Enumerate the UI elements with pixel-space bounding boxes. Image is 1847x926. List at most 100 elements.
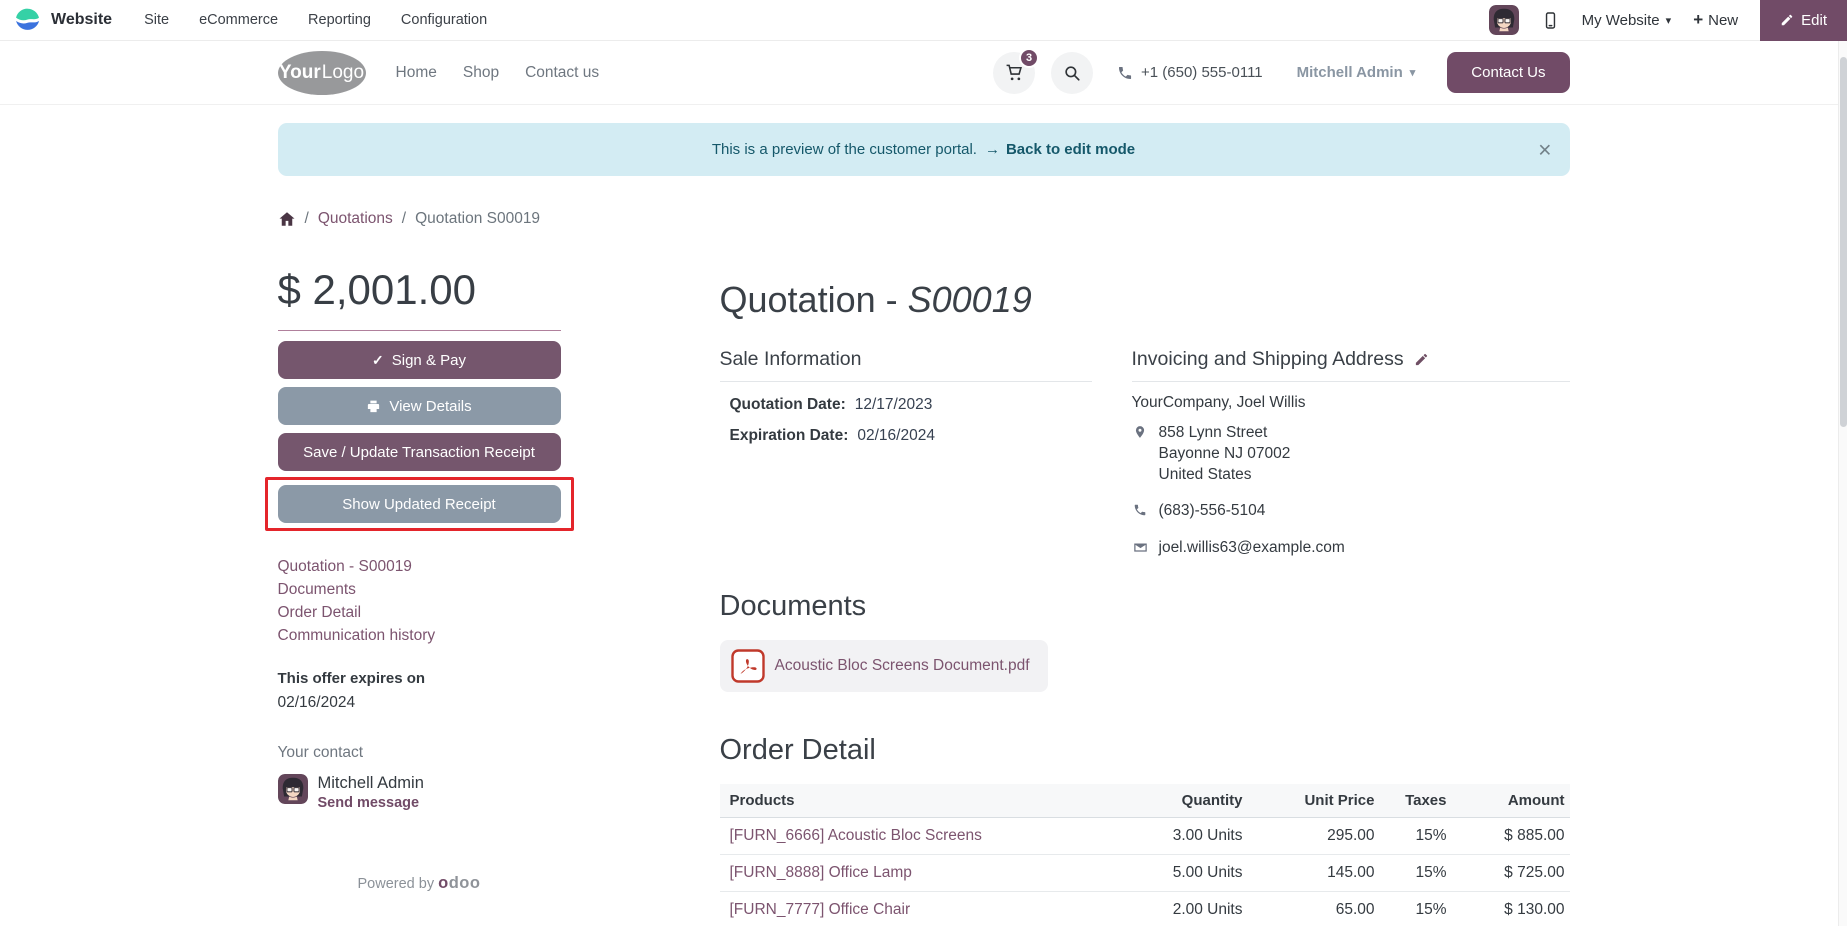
home-icon[interactable]	[278, 210, 296, 228]
edit-address-pencil-icon[interactable]	[1414, 352, 1429, 367]
sign-pay-button[interactable]: ✓ Sign & Pay	[277, 341, 561, 379]
sale-information-section: Sale Information Quotation Date: 12/17/2…	[719, 348, 1092, 558]
table-row: [FURN_6666] Acoustic Bloc Screens 3.00 U…	[719, 818, 1570, 855]
site-nav: Home Shop Contact us	[396, 64, 600, 82]
odoo-logo[interactable]: odoo	[438, 874, 480, 892]
col-amount: Amount	[1507, 792, 1565, 809]
address-line1: 858 Lynn Street	[1158, 424, 1268, 441]
row-quantity: 2.00 Units	[1172, 901, 1243, 918]
row-taxes: 15%	[1415, 901, 1447, 918]
contact-phone[interactable]: (683)-556-5104	[1159, 500, 1266, 521]
my-website-dropdown[interactable]: My Website ▾	[1582, 12, 1672, 29]
link-order-detail[interactable]: Order Detail	[278, 602, 561, 623]
show-updated-receipt-button[interactable]: Show Updated Receipt	[277, 485, 561, 523]
divider	[277, 330, 561, 331]
view-details-button[interactable]: View Details	[277, 387, 561, 425]
app-name[interactable]: Website	[51, 11, 112, 29]
powered-by: Powered by odoo	[278, 874, 561, 893]
offer-expiry: This offer expires on 02/16/2024	[278, 670, 561, 712]
phone-number: +1 (650) 555-0111	[1141, 64, 1263, 81]
order-lines-table: Products Quantity Unit Price Taxes Amoun…	[719, 784, 1570, 926]
nav-home[interactable]: Home	[396, 64, 437, 82]
quotation-sidebar: $ 2,001.00 ✓ Sign & Pay View Details Sav…	[264, 266, 574, 893]
address-phone-row: (683)-556-5104	[1132, 500, 1570, 521]
nav-contact-us[interactable]: Contact us	[525, 64, 599, 82]
row-quantity: 3.00 Units	[1172, 827, 1243, 844]
save-update-receipt-button[interactable]: Save / Update Transaction Receipt	[277, 433, 561, 471]
col-unit-price: Unit Price	[1304, 792, 1375, 809]
breadcrumb-separator: /	[304, 210, 309, 227]
pencil-icon	[1780, 13, 1794, 27]
contact-us-button[interactable]: Contact Us	[1447, 52, 1570, 93]
menu-reporting[interactable]: Reporting	[308, 12, 371, 28]
product-link[interactable]: [FURN_7777] Office Chair	[730, 901, 911, 918]
user-name: Mitchell Admin	[1296, 64, 1403, 81]
order-detail-heading: Order Detail	[719, 734, 876, 766]
phone-icon	[1117, 65, 1133, 81]
view-details-label: View Details	[389, 397, 472, 415]
address-street-block: 858 Lynn Street Bayonne NJ 07002 United …	[1132, 422, 1570, 485]
chevron-down-icon: ▾	[1409, 67, 1416, 79]
printer-icon	[366, 399, 381, 414]
backend-navbar: Website Site eCommerce Reporting Configu…	[0, 0, 1847, 41]
back-to-edit-link[interactable]: Back to edit mode	[1006, 141, 1135, 158]
show-updated-receipt-label: Show Updated Receipt	[342, 495, 496, 513]
contact-name: Mitchell Admin	[317, 774, 424, 792]
quotation-reference: S00019	[907, 279, 1032, 320]
row-unit-price: 145.00	[1327, 864, 1375, 881]
row-amount: $ 130.00	[1504, 901, 1565, 918]
close-icon[interactable]: ×	[1538, 138, 1551, 161]
cart-button[interactable]: 3	[993, 47, 1040, 94]
link-communication-history[interactable]: Communication history	[278, 625, 561, 646]
col-quantity: Quantity	[1181, 792, 1243, 809]
logo-text-bold: Your	[278, 61, 321, 83]
edit-button[interactable]: Edit	[1760, 0, 1847, 41]
breadcrumb-separator: /	[401, 210, 407, 227]
alert-message: This is a preview of the customer portal…	[711, 141, 977, 158]
menu-ecommerce[interactable]: eCommerce	[199, 12, 278, 28]
website-header: Your Logo Home Shop Contact us 3 +1 (650…	[0, 41, 1847, 105]
scrollbar-thumb[interactable]	[1840, 57, 1847, 427]
breadcrumb-quotations[interactable]: Quotations	[318, 210, 393, 228]
mobile-preview-icon[interactable]	[1541, 11, 1560, 30]
search-button[interactable]	[1051, 51, 1094, 94]
row-unit-price: 65.00	[1335, 901, 1375, 918]
product-link[interactable]: [FURN_6666] Acoustic Bloc Screens	[730, 827, 982, 844]
breadcrumb-current: Quotation S00019	[415, 210, 541, 227]
row-amount: $ 725.00	[1504, 864, 1565, 881]
row-amount: $ 885.00	[1504, 827, 1565, 844]
powered-by-label: Powered by	[357, 876, 435, 892]
product-link[interactable]: [FURN_8888] Office Lamp	[730, 864, 912, 881]
address-line3: United States	[1158, 466, 1252, 483]
expiry-date: 02/16/2024	[277, 694, 356, 711]
document-attachment[interactable]: Acoustic Bloc Screens Document.pdf	[719, 640, 1048, 692]
nav-shop[interactable]: Shop	[463, 64, 499, 82]
row-unit-price: 295.00	[1327, 827, 1375, 844]
sidebar-anchor-links: Quotation - S00019 Documents Order Detai…	[278, 556, 561, 646]
address-company: YourCompany, Joel Willis	[1131, 394, 1306, 411]
link-quotation[interactable]: Quotation - S00019	[278, 556, 561, 577]
edit-label: Edit	[1801, 11, 1827, 29]
envelope-icon	[1132, 537, 1149, 558]
portal-preview-alert: This is a preview of the customer portal…	[277, 123, 1570, 176]
contact-email[interactable]: joel.willis63@example.com	[1159, 537, 1345, 558]
new-label: New	[1708, 11, 1739, 29]
save-update-receipt-label: Save / Update Transaction Receipt	[303, 443, 535, 461]
table-header-row: Products Quantity Unit Price Taxes Amoun…	[719, 784, 1570, 818]
user-avatar[interactable]	[1488, 5, 1519, 35]
website-app-icon[interactable]	[14, 7, 41, 34]
header-phone[interactable]: +1 (650) 555-0111	[1117, 64, 1263, 81]
search-icon	[1065, 65, 1080, 81]
site-logo[interactable]: Your Logo	[277, 50, 366, 95]
sale-information-heading: Sale Information	[719, 348, 1092, 382]
new-button[interactable]: + New	[1693, 10, 1738, 30]
user-dropdown[interactable]: Mitchell Admin ▾	[1297, 64, 1416, 81]
menu-site[interactable]: Site	[144, 12, 169, 28]
contact-label: Your contact	[277, 744, 364, 761]
menu-configuration[interactable]: Configuration	[401, 12, 487, 28]
page-scrollbar[interactable]	[1838, 41, 1847, 926]
phone-icon	[1132, 500, 1149, 521]
send-message-link[interactable]: Send message	[318, 795, 420, 811]
address-email-row: joel.willis63@example.com	[1132, 537, 1570, 558]
link-documents[interactable]: Documents	[278, 579, 561, 600]
